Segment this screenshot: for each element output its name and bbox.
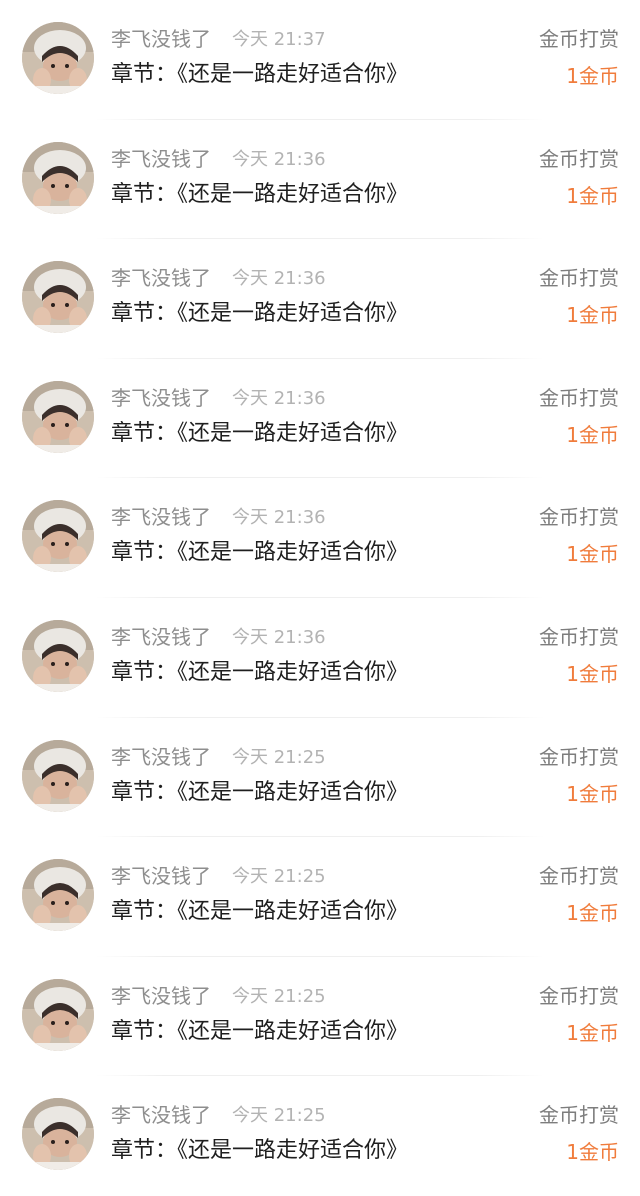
chapter-title[interactable]: 章节：《还是一路走好适合你》	[111, 1017, 408, 1047]
timestamp: 今天 21:36	[232, 507, 326, 529]
avatar[interactable]	[22, 978, 94, 1051]
list-item[interactable]: 李飞没钱了 今天 21:25 金币打赏 章节：《还是一路走好适合你》 1金币	[0, 718, 640, 838]
list-item[interactable]: 李飞没钱了 今天 21:25 金币打赏 章节：《还是一路走好适合你》 1金币	[0, 837, 640, 957]
username[interactable]: 李飞没钱了	[111, 1102, 211, 1128]
list-item[interactable]: 李飞没钱了 今天 21:25 金币打赏 章节：《还是一路走好适合你》 1金币	[0, 957, 640, 1077]
tip-amount: 1金币	[566, 422, 619, 447]
username[interactable]: 李飞没钱了	[111, 385, 211, 411]
list-item[interactable]: 李飞没钱了 今天 21:36 金币打赏 章节：《还是一路走好适合你》 1金币	[0, 120, 640, 240]
avatar[interactable]	[22, 22, 94, 94]
avatar[interactable]	[22, 739, 94, 812]
tip-type-label: 金币打赏	[539, 983, 619, 1008]
tip-amount: 1金币	[566, 1020, 619, 1045]
username[interactable]: 李飞没钱了	[111, 624, 211, 650]
tip-type-label: 金币打赏	[539, 385, 619, 410]
list-item[interactable]: 李飞没钱了 今天 21:36 金币打赏 章节：《还是一路走好适合你》 1金币	[0, 239, 640, 359]
chapter-title[interactable]: 章节：《还是一路走好适合你》	[111, 299, 408, 329]
tip-amount: 1金币	[566, 1140, 619, 1165]
username[interactable]: 李飞没钱了	[111, 983, 211, 1009]
chapter-title[interactable]: 章节：《还是一路走好适合你》	[111, 419, 408, 449]
tip-amount: 1金币	[566, 64, 619, 88]
username[interactable]: 李飞没钱了	[111, 26, 211, 52]
tip-type-label: 金币打赏	[539, 1103, 619, 1128]
tip-amount: 1金币	[566, 542, 619, 567]
username[interactable]: 李飞没钱了	[111, 504, 211, 530]
list-item[interactable]: 李飞没钱了 今天 21:36 金币打赏 章节：《还是一路走好适合你》 1金币	[0, 598, 640, 718]
username[interactable]: 李飞没钱了	[111, 146, 211, 172]
avatar[interactable]	[22, 1098, 94, 1171]
chapter-title[interactable]: 章节：《还是一路走好适合你》	[111, 1136, 408, 1166]
tip-type-label: 金币打赏	[539, 146, 619, 171]
timestamp: 今天 21:25	[232, 985, 326, 1007]
avatar[interactable]	[22, 261, 94, 334]
list-item[interactable]: 李飞没钱了 今天 21:25 金币打赏 章节：《还是一路走好适合你》 1金币	[0, 1076, 640, 1196]
tip-amount: 1金币	[566, 183, 619, 208]
username[interactable]: 李飞没钱了	[111, 744, 211, 770]
tip-type-label: 金币打赏	[539, 864, 619, 889]
username[interactable]: 李飞没钱了	[111, 265, 211, 291]
chapter-title[interactable]: 章节：《还是一路走好适合你》	[111, 60, 408, 90]
tip-amount: 1金币	[566, 662, 619, 686]
timestamp: 今天 21:25	[232, 866, 326, 888]
tip-amount: 1金币	[566, 901, 619, 926]
list-item[interactable]: 李飞没钱了 今天 21:36 金币打赏 章节：《还是一路走好适合你》 1金币	[0, 359, 640, 479]
tip-type-label: 金币打赏	[539, 744, 619, 769]
tip-type-label: 金币打赏	[539, 27, 619, 51]
timestamp: 今天 21:36	[232, 627, 326, 648]
chapter-title[interactable]: 章节：《还是一路走好适合你》	[111, 538, 408, 568]
tip-type-label: 金币打赏	[539, 505, 619, 530]
avatar[interactable]	[22, 380, 94, 453]
avatar[interactable]	[22, 141, 94, 214]
timestamp: 今天 21:25	[232, 746, 326, 768]
chapter-title[interactable]: 章节：《还是一路走好适合你》	[111, 897, 408, 927]
tip-amount: 1金币	[566, 303, 619, 328]
tip-record-list: 李飞没钱了 今天 21:37 金币打赏 章节：《还是一路走好适合你》 1金币 李…	[0, 0, 640, 1186]
timestamp: 今天 21:25	[232, 1105, 326, 1127]
tip-amount: 1金币	[566, 781, 619, 806]
chapter-title[interactable]: 章节：《还是一路走好适合你》	[111, 658, 408, 688]
tip-type-label: 金币打赏	[539, 266, 619, 291]
list-item[interactable]: 李飞没钱了 今天 21:37 金币打赏 章节：《还是一路走好适合你》 1金币	[0, 0, 640, 120]
avatar[interactable]	[22, 500, 94, 573]
chapter-title[interactable]: 章节：《还是一路走好适合你》	[111, 180, 408, 210]
timestamp: 今天 21:37	[232, 29, 326, 50]
username[interactable]: 李飞没钱了	[111, 863, 211, 889]
timestamp: 今天 21:36	[232, 387, 326, 409]
avatar[interactable]	[22, 859, 94, 932]
tip-type-label: 金币打赏	[539, 625, 619, 649]
avatar[interactable]	[22, 620, 94, 692]
timestamp: 今天 21:36	[232, 148, 326, 170]
timestamp: 今天 21:36	[232, 268, 326, 290]
list-item[interactable]: 李飞没钱了 今天 21:36 金币打赏 章节：《还是一路走好适合你》 1金币	[0, 478, 640, 598]
chapter-title[interactable]: 章节：《还是一路走好适合你》	[111, 778, 408, 808]
